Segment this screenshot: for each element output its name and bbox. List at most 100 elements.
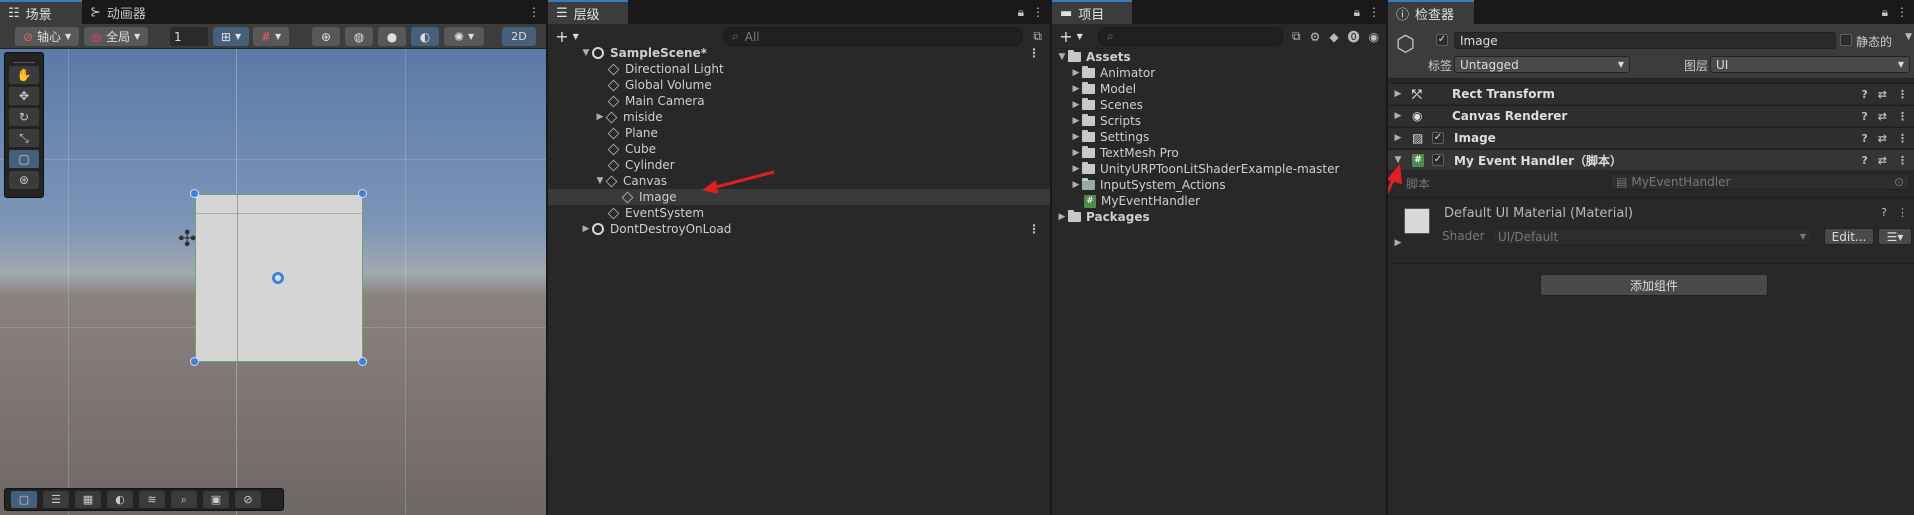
2d-toggle[interactable]: 2D: [502, 27, 536, 46]
preset-icon[interactable]: ⇄: [1878, 154, 1887, 167]
scene-visibility-icon[interactable]: ⧉: [1033, 29, 1042, 44]
tab-project[interactable]: ▬ 项目: [1052, 0, 1132, 24]
pivot-handle[interactable]: [272, 272, 284, 284]
hierarchy-row-global-volume[interactable]: Global Volume: [548, 77, 1050, 93]
lighting-toggle[interactable]: ◐: [411, 27, 439, 46]
rotate-tool-icon[interactable]: ↻: [9, 108, 39, 126]
component-canvas-renderer[interactable]: ▶ ◉ Canvas Renderer ? ⇄ ⋮: [1388, 105, 1914, 126]
hand-tool-icon[interactable]: ✋: [9, 66, 39, 84]
resize-handle-bl[interactable]: [190, 357, 199, 366]
expand-arrow-icon[interactable]: ▼: [1056, 52, 1068, 62]
expand-arrow-icon[interactable]: ▶: [1070, 132, 1082, 142]
project-search-input[interactable]: ⌕: [1098, 27, 1283, 46]
expand-arrow-icon[interactable]: ▶: [1070, 148, 1082, 158]
compass-icon[interactable]: ⊘: [235, 491, 261, 508]
resize-handle-tl[interactable]: [190, 189, 199, 198]
hierarchy-row-cylinder[interactable]: Cylinder: [548, 157, 1050, 173]
preset-icon[interactable]: ⇄: [1878, 88, 1887, 101]
debug-dropdown[interactable]: ✺ ▼: [444, 27, 484, 46]
search-overlay-icon[interactable]: ⌕: [171, 491, 197, 508]
rect-tool-icon[interactable]: ▢: [9, 150, 39, 168]
hierarchy-row-dontdestroyonload[interactable]: ▶ DontDestroyOnLoad ⋮: [548, 221, 1050, 237]
move-tool-icon[interactable]: ✥: [9, 87, 39, 105]
expand-arrow-icon[interactable]: ▶: [1392, 111, 1404, 121]
resize-handle-br[interactable]: [358, 357, 367, 366]
more-options-icon[interactable]: ⋮: [1897, 154, 1908, 167]
shader-edit-button[interactable]: Edit...: [1824, 228, 1874, 245]
help-icon[interactable]: ?: [1881, 206, 1887, 219]
expand-arrow-icon[interactable]: ▶: [1070, 180, 1082, 190]
pivot-dropdown[interactable]: ⊘ 轴心 ▼: [15, 27, 79, 46]
hierarchy-row-canvas[interactable]: ▼ Canvas: [548, 173, 1050, 189]
expand-arrow-icon[interactable]: ▶: [1070, 68, 1082, 78]
project-row-myeventhandler[interactable]: # MyEventHandler: [1052, 193, 1386, 209]
hierarchy-row-cube[interactable]: Cube: [548, 141, 1050, 157]
component-image[interactable]: ▶ ▨ ✓ Image ? ⇄ ⋮: [1388, 127, 1914, 148]
help-icon[interactable]: ?: [1861, 88, 1867, 101]
search-by-type-icon[interactable]: ⧉: [1292, 29, 1301, 44]
more-options-icon[interactable]: ⋮: [1896, 5, 1908, 19]
add-component-button[interactable]: 添加组件: [1540, 274, 1768, 296]
project-row-textmesh-pro[interactable]: ▶ TextMesh Pro: [1052, 145, 1386, 161]
object-name-input[interactable]: Image: [1454, 32, 1836, 49]
filter-icon[interactable]: ⚙: [1310, 30, 1321, 44]
script-object-field[interactable]: ▤ MyEventHandler ⊙: [1610, 173, 1910, 190]
rect-overlay-icon[interactable]: ▢: [11, 491, 37, 508]
shaded-wireframe-button[interactable]: ◍: [345, 27, 373, 46]
lock-icon[interactable]: 🔒︎: [1018, 5, 1024, 20]
project-row-scenes[interactable]: ▶ Scenes: [1052, 97, 1386, 113]
help-icon[interactable]: ?: [1861, 132, 1867, 145]
component-my-event-handler[interactable]: ▼ # ✓ My Event Handler（脚本） ? ⇄ ⋮: [1388, 149, 1914, 170]
preset-icon[interactable]: ⇄: [1878, 132, 1887, 145]
more-options-icon[interactable]: ⋮: [1032, 5, 1044, 19]
more-options-icon[interactable]: ⋮: [1897, 88, 1908, 101]
project-row-animator[interactable]: ▶ Animator: [1052, 65, 1386, 81]
component-enabled-checkbox[interactable]: ✓: [1432, 132, 1444, 144]
lock-icon[interactable]: 🔒︎: [1354, 5, 1360, 20]
lock-icon[interactable]: 🔒︎: [1882, 5, 1888, 20]
tab-animator[interactable]: ⊱ 动画器: [82, 0, 154, 24]
sphere-icon[interactable]: ◐: [107, 491, 133, 508]
component-rect-transform[interactable]: ▶ ⤱ Rect Transform ? ⇄ ⋮: [1388, 83, 1914, 104]
hierarchy-row-main-camera[interactable]: Main Camera: [548, 93, 1050, 109]
more-options-icon[interactable]: ⋮: [1897, 110, 1908, 123]
hierarchy-row-eventsystem[interactable]: EventSystem: [548, 205, 1050, 221]
resize-handle-tr[interactable]: [358, 189, 367, 198]
transform-tool-icon[interactable]: ⊛: [9, 171, 39, 189]
project-row-packages[interactable]: ▶ Packages: [1052, 209, 1386, 225]
scene-viewport[interactable]: ✣: [0, 49, 546, 515]
collapse-arrow-icon[interactable]: ▼: [1392, 155, 1404, 165]
hierarchy-row-samplescene[interactable]: ▼ SampleScene* ⋮: [548, 45, 1050, 61]
layers-icon[interactable]: ≋: [139, 491, 165, 508]
warning-icon[interactable]: ⓿: [1348, 28, 1360, 45]
static-checkbox[interactable]: [1840, 34, 1852, 46]
expand-arrow-icon[interactable]: ▶: [1392, 133, 1404, 143]
hierarchy-row-image[interactable]: Image: [548, 189, 1050, 205]
tab-inspector[interactable]: ⓘ 检查器: [1388, 0, 1474, 24]
hierarchy-search-input[interactable]: ⌕ All: [723, 27, 1023, 46]
project-row-inputsystem-actions[interactable]: ▶ InputSystem_Actions: [1052, 177, 1386, 193]
expand-arrow-icon[interactable]: ▶: [1392, 238, 1404, 248]
expand-arrow-icon[interactable]: ▶: [1070, 100, 1082, 110]
more-options-icon[interactable]: ⋮: [1897, 206, 1908, 219]
label-icon[interactable]: ◆: [1329, 30, 1338, 44]
more-options-icon[interactable]: ⋮: [1028, 222, 1040, 236]
hierarchy-row-directional-light[interactable]: Directional Light: [548, 61, 1050, 77]
shader-options-button[interactable]: ☰▾: [1878, 228, 1912, 245]
grid-step-input[interactable]: 1: [170, 27, 208, 46]
more-options-icon[interactable]: ⋮: [1368, 5, 1380, 19]
static-dropdown-arrow-icon[interactable]: ▼: [1905, 32, 1912, 42]
expand-arrow-icon[interactable]: ▶: [580, 224, 592, 234]
tag-dropdown[interactable]: Untagged ▼: [1454, 56, 1630, 73]
expand-arrow-icon[interactable]: ▶: [1392, 89, 1404, 99]
hierarchy-row-miside[interactable]: ▶ miside: [548, 109, 1050, 125]
eye-icon[interactable]: ◉: [1369, 30, 1379, 44]
active-checkbox[interactable]: ✓: [1436, 34, 1448, 46]
snap-toggle[interactable]: ⊞ ▼: [213, 27, 249, 46]
object-picker-icon[interactable]: ⊙: [1894, 175, 1904, 189]
align-icon[interactable]: ☰: [43, 491, 69, 508]
project-row-assets[interactable]: ▼ Assets: [1052, 49, 1386, 65]
grid-toggle[interactable]: # ▼: [253, 27, 289, 46]
global-dropdown[interactable]: ◍ 全局 ▼: [84, 27, 148, 46]
project-row-model[interactable]: ▶ Model: [1052, 81, 1386, 97]
